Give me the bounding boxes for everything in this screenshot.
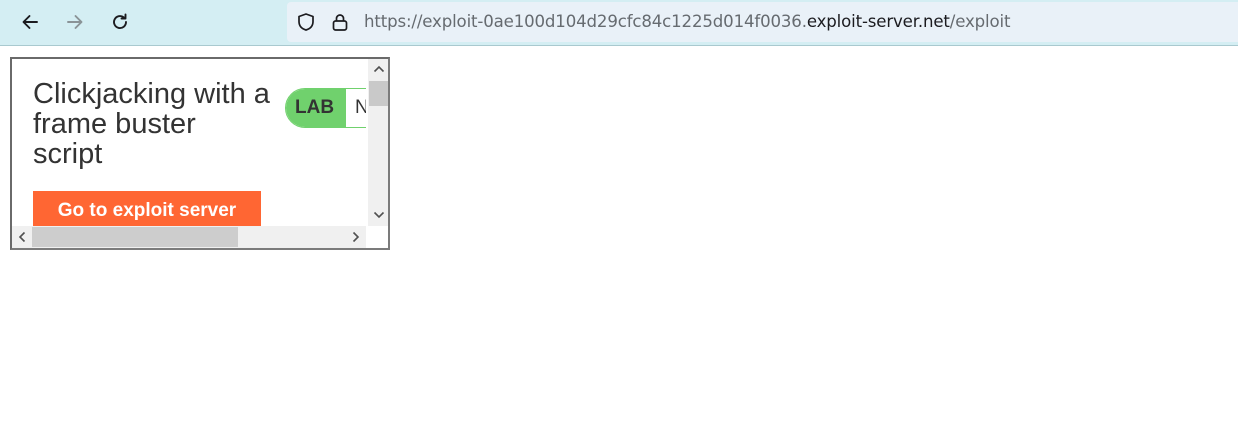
iframe-content: Clickjacking with a frame buster script … bbox=[12, 59, 366, 226]
lab-title: Clickjacking with a frame buster script bbox=[33, 78, 270, 170]
url-path: /exploit bbox=[949, 12, 1011, 31]
lab-status-badge: LAB N bbox=[285, 88, 366, 128]
scroll-up-icon[interactable] bbox=[372, 62, 386, 76]
back-button[interactable] bbox=[14, 6, 46, 38]
back-arrow-icon bbox=[22, 15, 38, 29]
lab-badge-status: N bbox=[355, 89, 366, 127]
vertical-scroll-thumb[interactable] bbox=[369, 81, 388, 106]
forward-button[interactable] bbox=[59, 6, 91, 38]
go-to-exploit-server-button[interactable]: Go to exploit server bbox=[33, 191, 261, 226]
url-prefix: https://exploit-0ae100d104d29cfc84c1225d… bbox=[364, 12, 807, 31]
scrollbar-corner bbox=[368, 226, 388, 248]
forward-arrow-icon bbox=[67, 15, 83, 29]
address-bar[interactable]: https://exploit-0ae100d104d29cfc84c1225d… bbox=[287, 2, 1238, 42]
browser-toolbar: https://exploit-0ae100d104d29cfc84c1225d… bbox=[0, 0, 1238, 46]
horizontal-scroll-thumb[interactable] bbox=[32, 227, 238, 247]
scroll-down-icon[interactable] bbox=[372, 208, 386, 222]
scroll-left-icon[interactable] bbox=[15, 230, 29, 244]
vertical-scrollbar[interactable] bbox=[368, 59, 388, 226]
reload-button[interactable] bbox=[104, 6, 136, 38]
reload-icon bbox=[113, 13, 127, 29]
scroll-right-icon[interactable] bbox=[349, 230, 363, 244]
url-host: exploit-server.net bbox=[806, 12, 950, 31]
lock-icon[interactable] bbox=[330, 12, 350, 32]
horizontal-scrollbar[interactable] bbox=[12, 226, 366, 248]
url-text[interactable]: https://exploit-0ae100d104d29cfc84c1225d… bbox=[364, 11, 1010, 33]
lab-badge-label: LAB bbox=[286, 89, 346, 127]
shield-icon[interactable] bbox=[296, 12, 316, 32]
embedded-iframe[interactable]: Clickjacking with a frame buster script … bbox=[10, 57, 390, 250]
